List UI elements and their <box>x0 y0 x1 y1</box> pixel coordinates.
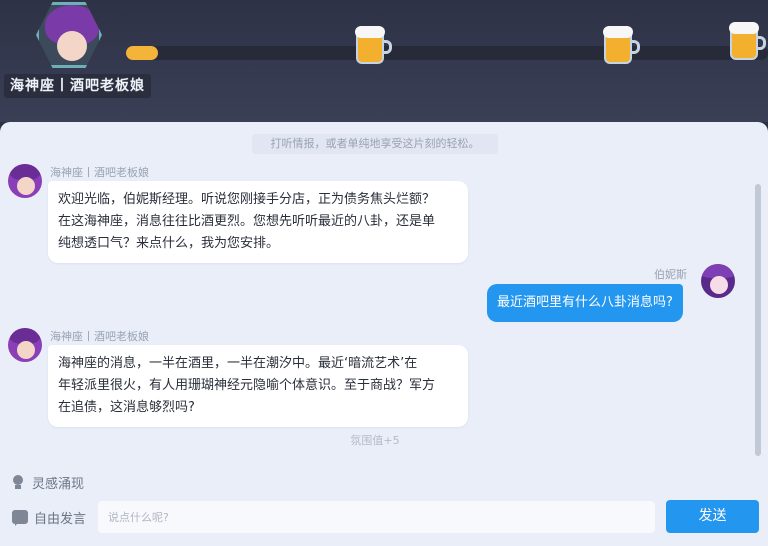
beer-mug-icon <box>603 26 640 64</box>
mood-progress-fill <box>126 46 159 60</box>
chat-scrollbar[interactable] <box>755 184 761 456</box>
npc-message-bubble: 欢迎光临，伯妮斯经理。听说您刚接手分店，正为债务焦头烂额？ 在这海神座，消息往往… <box>48 181 468 263</box>
beer-mug-icon <box>355 26 392 64</box>
beer-mug-icon <box>729 22 766 60</box>
mood-progress-bar <box>126 46 768 60</box>
message-line: 在追债，这消息够烈吗? <box>58 400 195 415</box>
message-line: 纯想透口气？来点什么，我为您安排。 <box>58 236 280 251</box>
npc-message-bubble: 海神座的消息，一半在酒里，一半在潮汐中。最近‘暗流艺术’在 年轻派里很火，有人用… <box>48 345 468 427</box>
message-line: 在这海神座，消息往往比酒更烈。您想先听听最近的八卦，还是单 <box>58 214 436 229</box>
free-talk-toggle[interactable]: 自由发言 <box>12 507 86 527</box>
npc-title: 海神座丨酒吧老板娘 <box>4 74 151 98</box>
user-message-bubble: 最近酒吧里有什么八卦消息吗? <box>487 284 683 322</box>
message-input[interactable] <box>98 501 655 533</box>
chat-bubble-icon <box>12 510 28 526</box>
inspiration-button[interactable]: 灵感涌现 <box>10 472 84 492</box>
free-talk-label: 自由发言 <box>34 511 87 527</box>
message-sender: 伯妮斯 <box>654 268 687 281</box>
inspiration-label: 灵感涌现 <box>32 476 85 492</box>
user-avatar <box>701 264 735 298</box>
atmosphere-notice: 氛围值+5 <box>350 434 400 447</box>
chat-hint: 打听情报，或者单纯地享受这片刻的轻松。 <box>252 134 498 154</box>
message-line: 海神座的消息，一半在酒里，一半在潮汐中。最近‘暗流艺术’在 <box>58 356 418 371</box>
message-line: 欢迎光临，伯妮斯经理。听说您刚接手分店，正为债务焦头烂额？ <box>58 192 436 207</box>
lightbulb-icon <box>10 474 26 490</box>
npc-avatar <box>8 328 42 362</box>
message-sender: 海神座丨酒吧老板娘 <box>50 166 149 179</box>
message-sender: 海神座丨酒吧老板娘 <box>50 330 149 343</box>
message-line: 年轻派里很火，有人用珊瑚神经元隐喻个体意识。至于商战？军方 <box>58 378 436 393</box>
npc-avatar <box>8 164 42 198</box>
send-button[interactable]: 发送 <box>666 500 759 533</box>
